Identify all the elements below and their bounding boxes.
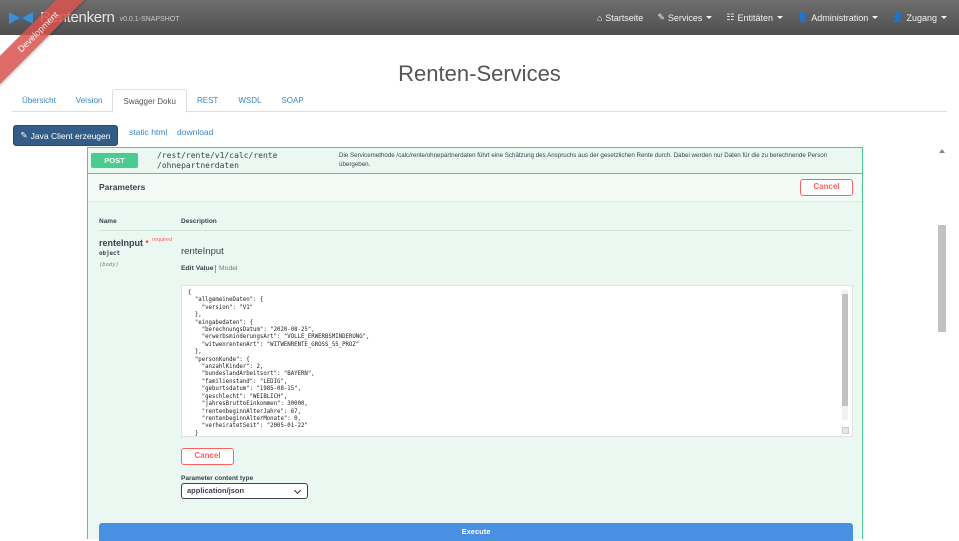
nav-item-services[interactable]: ✎ Services xyxy=(657,12,713,23)
tab-soap[interactable]: SOAP xyxy=(271,89,313,112)
operation-block: POST /rest/rente/v1/calc/rente /ohnepart… xyxy=(87,147,863,541)
tab-swagger-doku[interactable]: Swagger Doku xyxy=(112,89,187,113)
top-navbar: Rentenkern v0.0.1-SNAPSHOT ⌂ Startseite … xyxy=(0,0,959,35)
nav-item-administration[interactable]: 👤 Administration xyxy=(797,12,879,23)
request-body-text[interactable]: { "allgemeineDaten": { "version": "V1" }… xyxy=(182,286,852,436)
operation-summary[interactable]: POST /rest/rente/v1/calc/rente /ohnepart… xyxy=(88,148,862,174)
nav-item-label: Administration xyxy=(811,12,869,23)
nav-menu: ⌂ Startseite ✎ Services ☷ Entitäten 👤 Ad… xyxy=(583,0,947,35)
parameters-header: Parameters Cancel xyxy=(88,174,862,202)
request-body-editor[interactable]: { "allgemeineDaten": { "version": "V1" }… xyxy=(181,285,853,437)
content-type-select[interactable]: application/json xyxy=(181,483,308,499)
tab-edit-value[interactable]: Edit Value xyxy=(181,265,213,272)
execute-button[interactable]: Execute xyxy=(99,523,853,541)
static-html-link[interactable]: static html xyxy=(129,127,167,137)
user-plus-icon: 👤 xyxy=(797,12,809,22)
tab-separator xyxy=(215,265,216,273)
wrench-icon: ✎ xyxy=(20,130,28,140)
method-badge: POST xyxy=(91,153,138,168)
tab-wsdl[interactable]: WSDL xyxy=(228,89,271,112)
content-type-value: application/json xyxy=(187,486,245,495)
tab-rest[interactable]: REST xyxy=(187,89,228,112)
wrench-icon: ✎ xyxy=(657,12,665,22)
brand-version: v0.0.1-SNAPSHOT xyxy=(119,15,180,23)
download-link[interactable]: download xyxy=(177,127,213,137)
required-star: * xyxy=(145,239,149,248)
parameter-description: renteInput xyxy=(181,246,224,257)
operation-description: Die Servicemethode /calc/rente/ohnepartn… xyxy=(339,152,828,168)
page-title: Renten-Services xyxy=(398,60,561,86)
cancel-button[interactable]: Cancel xyxy=(800,179,853,196)
tab-version[interactable]: Version xyxy=(66,89,113,112)
table-icon: ☷ xyxy=(726,12,735,22)
java-client-label: Java Client erzeugen xyxy=(30,130,111,141)
java-client-button[interactable]: ✎ Java Client erzeugen xyxy=(13,125,118,146)
caret-down-icon xyxy=(941,16,947,19)
parameters-title: Parameters xyxy=(99,182,146,192)
nav-item-label: Services xyxy=(667,12,703,23)
caret-down-icon xyxy=(777,16,783,19)
caret-down-icon xyxy=(706,16,713,19)
scroll-up-icon[interactable] xyxy=(939,149,945,153)
nav-item-label: Startseite xyxy=(605,12,644,23)
nav-item-entitaeten[interactable]: ☷ Entitäten xyxy=(726,12,783,23)
column-header-name: Name xyxy=(99,218,117,225)
editor-scrollbar-thumb[interactable] xyxy=(842,294,848,406)
operation-path-line: /rest/rente/v1/calc/rente xyxy=(157,151,278,160)
page-scrollbar[interactable] xyxy=(938,147,946,539)
nav-item-label: Entitäten xyxy=(737,12,773,23)
chevron-down-icon xyxy=(293,486,302,495)
caret-down-icon xyxy=(872,16,879,19)
divider xyxy=(99,230,852,231)
parameter-in: (body) xyxy=(99,262,119,268)
column-header-description: Description xyxy=(181,218,217,225)
required-label: required xyxy=(152,237,173,243)
bowtie-logo-icon xyxy=(9,11,33,24)
tab-bar: Übersicht Version Swagger Doku REST WSDL… xyxy=(12,89,947,113)
cancel-edit-button[interactable]: Cancel xyxy=(181,448,234,465)
user-icon: 👤 xyxy=(892,12,904,22)
operation-path: /rest/rente/v1/calc/rente /ohnepartnerda… xyxy=(157,151,337,171)
tab-uebersicht[interactable]: Übersicht xyxy=(12,89,66,112)
parameter-name: renteInput * xyxy=(99,238,149,248)
nav-item-label: Zugang xyxy=(906,12,937,23)
parameter-name-text: renteInput xyxy=(99,238,143,248)
content-type-label: Parameter content type xyxy=(181,475,254,482)
nav-item-startseite[interactable]: ⌂ Startseite xyxy=(597,13,643,23)
home-icon: ⌂ xyxy=(596,12,603,23)
parameter-type: object xyxy=(99,251,120,257)
page-scrollbar-thumb[interactable] xyxy=(938,225,946,332)
operation-path-line: /ohnepartnerdaten xyxy=(157,161,239,170)
tab-model[interactable]: Model xyxy=(219,265,238,272)
nav-item-zugang[interactable]: 👤 Zugang xyxy=(892,12,947,23)
resize-grip-icon[interactable] xyxy=(842,427,849,434)
